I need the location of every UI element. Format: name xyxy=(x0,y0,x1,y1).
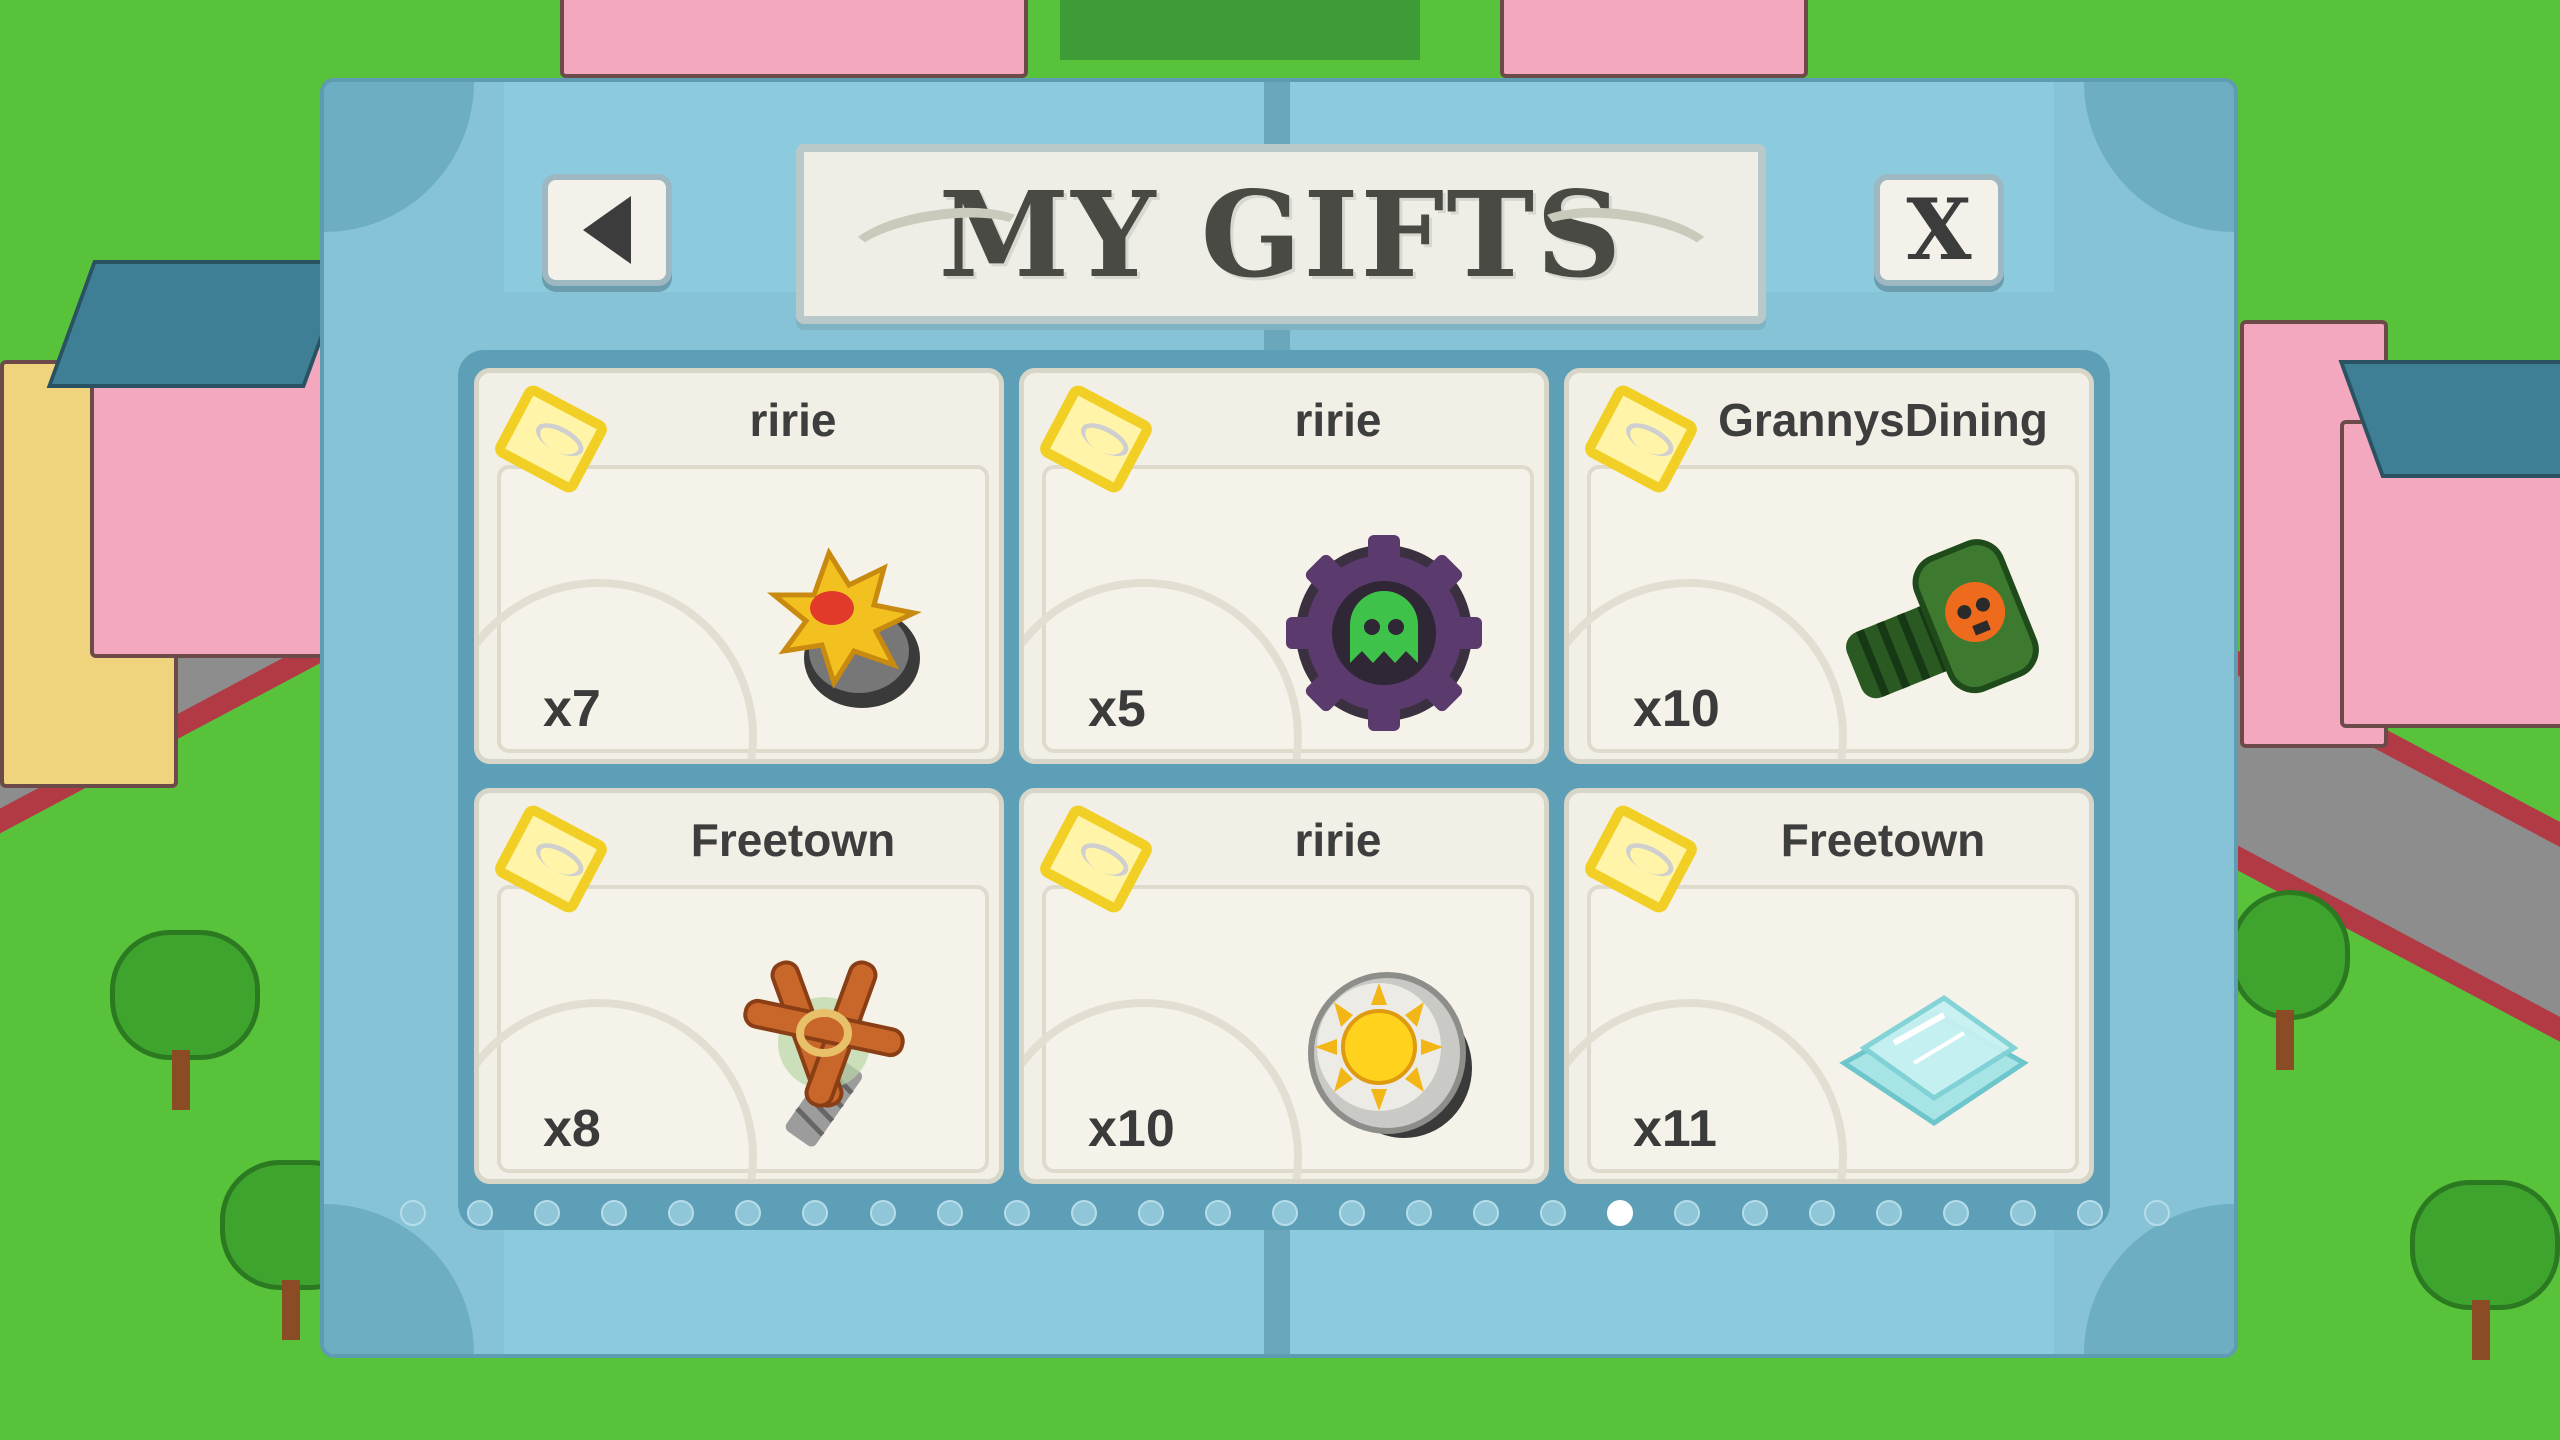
page-dot[interactable] xyxy=(937,1200,963,1226)
page-dot[interactable] xyxy=(1339,1200,1365,1226)
game-stage: MY GIFTS X ririe x7 ririe x5 GrannysDini… xyxy=(0,0,2560,1440)
page-dot[interactable] xyxy=(1674,1200,1700,1226)
gift-sender: Freetown xyxy=(690,814,896,866)
gift-quantity: x5 xyxy=(1088,680,1146,738)
gift-sender: ririe xyxy=(1294,814,1382,866)
gift-card[interactable]: Freetown x11 xyxy=(1564,788,2094,1184)
background-tree-trunk xyxy=(172,1050,190,1110)
gift-card[interactable]: ririe x5 xyxy=(1019,368,1549,764)
back-arrow-icon xyxy=(583,196,631,264)
page-dot[interactable] xyxy=(1004,1200,1030,1226)
close-icon: X xyxy=(1906,180,1972,279)
page-dot[interactable] xyxy=(735,1200,761,1226)
gift-quantity: x10 xyxy=(1088,1100,1175,1158)
page-dot[interactable] xyxy=(2144,1200,2170,1226)
gift-card[interactable]: ririe x10 xyxy=(1019,788,1549,1184)
background-roof xyxy=(46,260,352,388)
page-dot[interactable] xyxy=(400,1200,426,1226)
page-dot[interactable] xyxy=(1742,1200,1768,1226)
purple-ghost-gear-icon xyxy=(1286,535,1482,731)
gift-sender: GrannysDining xyxy=(1718,394,2048,446)
page-title: MY GIFTS xyxy=(938,164,1624,304)
background-tree xyxy=(110,930,260,1060)
page-dot[interactable] xyxy=(870,1200,896,1226)
background-building xyxy=(1500,0,1808,78)
page-dot[interactable] xyxy=(601,1200,627,1226)
gold-star-gear-icon xyxy=(766,547,922,708)
page-dot[interactable] xyxy=(1406,1200,1432,1226)
dialog-corner xyxy=(2084,82,2234,232)
gift-quantity: x10 xyxy=(1633,680,1720,738)
title-plate: MY GIFTS xyxy=(796,144,1766,324)
page-dot[interactable] xyxy=(668,1200,694,1226)
gift-card[interactable]: Freetown x8 xyxy=(474,788,1004,1184)
gift-quantity: x11 xyxy=(1633,1100,1717,1158)
back-button[interactable] xyxy=(542,174,672,286)
gift-sender: ririe xyxy=(749,394,837,446)
close-button[interactable]: X xyxy=(1874,174,2004,286)
gift-sender: ririe xyxy=(1294,394,1382,446)
background-hedge xyxy=(1060,0,1420,60)
page-dot[interactable] xyxy=(1943,1200,1969,1226)
page-dot[interactable] xyxy=(1540,1200,1566,1226)
background-tree xyxy=(2410,1180,2560,1310)
dialog-corner xyxy=(324,82,474,232)
page-dot[interactable] xyxy=(2077,1200,2103,1226)
background-tree xyxy=(2230,890,2350,1020)
background-tree-trunk xyxy=(282,1280,300,1340)
page-dot[interactable] xyxy=(1876,1200,1902,1226)
gift-sender: Freetown xyxy=(1780,814,1986,866)
gifts-dialog: MY GIFTS X ririe x7 ririe x5 GrannysDini… xyxy=(320,78,2238,1358)
background-tree-trunk xyxy=(2472,1300,2490,1360)
page-dot[interactable] xyxy=(534,1200,560,1226)
glass-panes-icon xyxy=(1839,994,2029,1127)
page-dot[interactable] xyxy=(1138,1200,1164,1226)
page-dot[interactable] xyxy=(1272,1200,1298,1226)
green-skull-bolt-icon xyxy=(1845,539,2039,699)
gift-grid: ririe x7 ririe x5 GrannysDining x10 Free… xyxy=(458,350,2110,1230)
gift-quantity: x7 xyxy=(543,680,601,738)
background-building xyxy=(560,0,1028,78)
gift-card[interactable]: ririe x7 xyxy=(474,368,1004,764)
page-dot[interactable] xyxy=(1205,1200,1231,1226)
page-dot[interactable] xyxy=(1473,1200,1499,1226)
page-dot-active[interactable] xyxy=(1607,1200,1633,1226)
page-dot[interactable] xyxy=(1809,1200,1835,1226)
page-dot[interactable] xyxy=(802,1200,828,1226)
page-indicator xyxy=(400,1192,2170,1232)
sun-knob-icon xyxy=(1308,972,1472,1138)
page-dot[interactable] xyxy=(467,1200,493,1226)
page-dot[interactable] xyxy=(1071,1200,1097,1226)
background-tree-trunk xyxy=(2276,1010,2294,1070)
gift-quantity: x8 xyxy=(543,1100,601,1158)
page-dot[interactable] xyxy=(2010,1200,2036,1226)
cinnamon-bundle-bolt-icon xyxy=(743,960,905,1147)
gift-card[interactable]: GrannysDining x10 xyxy=(1564,368,2094,764)
